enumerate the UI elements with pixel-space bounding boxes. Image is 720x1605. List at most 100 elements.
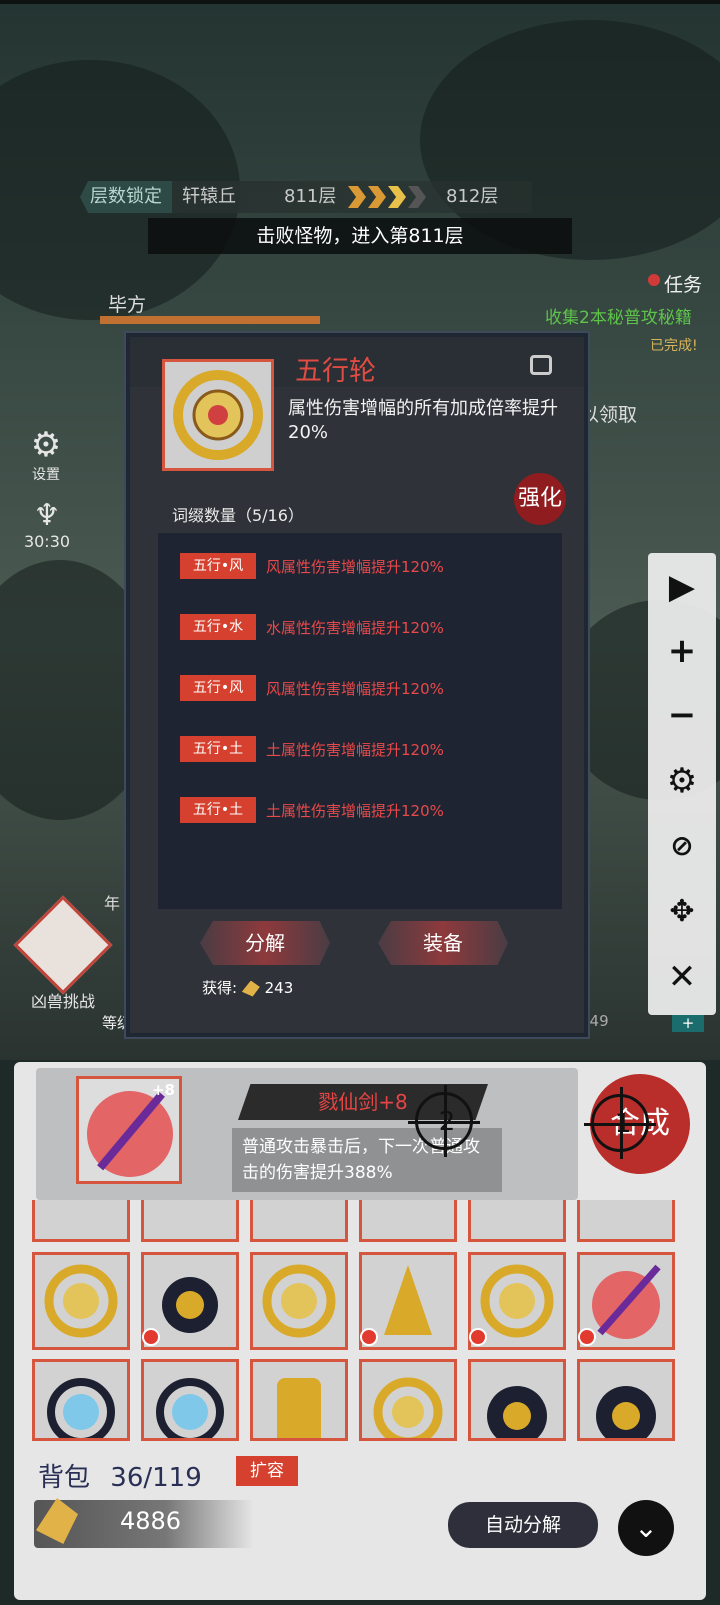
play-icon[interactable]: ▶	[648, 555, 716, 619]
settings-button[interactable]: ⚙ 设置	[20, 426, 72, 484]
expand-button[interactable]: 扩容	[236, 1456, 298, 1486]
crosshair-marker: 2	[408, 1085, 480, 1157]
task-description[interactable]: 收集2本秘普攻秘籍	[545, 303, 692, 328]
new-item-dot	[142, 1328, 160, 1346]
new-item-dot	[360, 1328, 378, 1346]
item-icon-frame	[162, 359, 274, 471]
affix-text: 风属性伤害增幅提升120%	[266, 557, 444, 576]
gold-amount: 4886	[120, 1507, 182, 1535]
timer: 30:30	[23, 532, 71, 551]
item-detail-popup: 五行轮 属性伤害增幅的所有加成倍率提升20% 强化 词缀数量（5/16） 五行•…	[126, 333, 588, 1037]
bag-info: 背包 36/119	[38, 1457, 202, 1494]
wuxing-wheel-icon	[44, 1264, 118, 1338]
bag-slot[interactable]	[141, 1200, 239, 1242]
crosshair-marker: 1	[584, 1087, 656, 1159]
crosshair-number: 1	[614, 1109, 632, 1139]
affix-tag: 五行•风	[180, 675, 256, 701]
bag-slot[interactable]	[250, 1252, 348, 1350]
chevron-icon	[368, 186, 386, 208]
gold-icon	[241, 980, 260, 997]
move-icon[interactable]: ✥	[648, 879, 716, 943]
claim-text[interactable]: 以领取	[580, 400, 637, 427]
gain-info: 获得: 243	[202, 977, 293, 998]
bag-label: 背包	[38, 1463, 91, 1493]
item-title: 五行轮	[295, 356, 376, 387]
current-floor: 811层	[284, 186, 337, 207]
orb-bracelet-icon	[47, 1378, 115, 1438]
bag-slot[interactable]	[468, 1200, 566, 1242]
orb-bracelet-icon	[156, 1378, 224, 1438]
gain-amount: 243	[264, 979, 294, 997]
plus-icon[interactable]: +	[648, 619, 716, 683]
bag-slot[interactable]	[32, 1359, 130, 1441]
affix-row: 五行•土 土属性伤害增幅提升120%	[180, 736, 444, 762]
affix-tag: 五行•土	[180, 797, 256, 823]
collapse-button[interactable]: ⌄	[618, 1500, 674, 1556]
task-status: 已完成!	[650, 338, 698, 354]
task-button[interactable]: 任务	[664, 270, 702, 297]
floor-progress: 轩辕丘 811层 812层	[172, 181, 532, 213]
affix-row: 五行•风 风属性伤害增幅提升120%	[180, 553, 444, 579]
wuxing-wheel-icon	[262, 1264, 336, 1338]
next-floor: 812层	[446, 186, 499, 207]
settings-label: 设置	[32, 467, 60, 483]
yinyang-amulet-icon	[596, 1386, 656, 1438]
bag-slot[interactable]	[32, 1200, 130, 1242]
chevron-icon	[388, 186, 406, 208]
crosshair-number: 2	[438, 1107, 456, 1137]
bag-slot[interactable]	[141, 1359, 239, 1441]
close-icon[interactable]: ✕	[648, 945, 716, 1009]
yinyang-amulet-icon	[487, 1386, 547, 1438]
affix-text: 土属性伤害增幅提升120%	[266, 740, 444, 759]
bag-slot[interactable]	[359, 1359, 457, 1441]
wuxing-wheel-icon	[373, 1377, 443, 1438]
floor-lock-button[interactable]: 层数锁定	[80, 181, 172, 213]
enhance-button[interactable]: 强化	[514, 473, 566, 525]
enemy-name: 毕方	[108, 294, 147, 316]
equipped-item-frame[interactable]: +8	[76, 1076, 182, 1184]
golden-armor-icon	[277, 1378, 321, 1438]
affix-tag: 五行•水	[180, 614, 256, 640]
bag-slot[interactable]	[250, 1359, 348, 1441]
status-bar	[0, 0, 720, 4]
wuxing-wheel-icon	[173, 370, 263, 460]
chevron-icon	[348, 186, 366, 208]
decompose-button[interactable]: 分解	[200, 921, 330, 965]
affix-row: 五行•水 水属性伤害增幅提升120%	[180, 614, 444, 640]
unlock-icon[interactable]	[530, 355, 552, 375]
bag-slot[interactable]	[32, 1252, 130, 1350]
minus-icon[interactable]: −	[648, 683, 716, 747]
affix-tag: 五行•风	[180, 553, 256, 579]
equip-button[interactable]: 装备	[378, 921, 508, 965]
bag-slot[interactable]	[577, 1359, 675, 1441]
trident-icon: ♆	[33, 498, 61, 533]
affix-count: 词缀数量（5/16）	[172, 506, 304, 525]
gear-icon: ⚙	[30, 425, 62, 465]
affix-text: 水属性伤害增幅提升120%	[266, 618, 444, 637]
beast-icon	[13, 895, 113, 995]
notification-dot	[648, 274, 660, 286]
affix-tag: 五行•土	[180, 736, 256, 762]
affix-text: 风属性伤害增幅提升120%	[266, 679, 444, 698]
beast-challenge-button[interactable]: 凶兽挑战	[13, 895, 113, 1012]
new-item-dot	[578, 1328, 596, 1346]
affix-text: 土属性伤害增幅提升120%	[266, 801, 444, 820]
bag-slot[interactable]	[250, 1200, 348, 1242]
eye-off-icon[interactable]: ⊘	[648, 813, 716, 877]
affix-row: 五行•土 土属性伤害增幅提升120%	[180, 797, 444, 823]
bag-panel: +8 戮仙剑+8 普通攻击暴击后，下一次普通攻击的伤害提升388% 2 合成 1…	[14, 1062, 706, 1600]
gear-icon[interactable]: ⚙	[648, 749, 716, 813]
item-level-badge: +8	[151, 1081, 175, 1099]
gain-label: 获得:	[202, 979, 238, 997]
bag-slot[interactable]	[359, 1200, 457, 1242]
bag-slot[interactable]	[577, 1200, 675, 1242]
timer-widget[interactable]: ♆ 30:30	[16, 498, 78, 552]
enemy-hp-bar	[100, 316, 320, 324]
plus-button[interactable]: +	[672, 1014, 704, 1032]
chevron-icon	[408, 186, 426, 208]
side-control-panel: ▶ + − ⚙ ⊘ ✥ ✕	[648, 553, 716, 1015]
auto-decompose-button[interactable]: 自动分解	[448, 1502, 598, 1548]
year-label: 年	[104, 894, 121, 913]
bag-slot[interactable]	[468, 1359, 566, 1441]
new-item-dot	[469, 1328, 487, 1346]
